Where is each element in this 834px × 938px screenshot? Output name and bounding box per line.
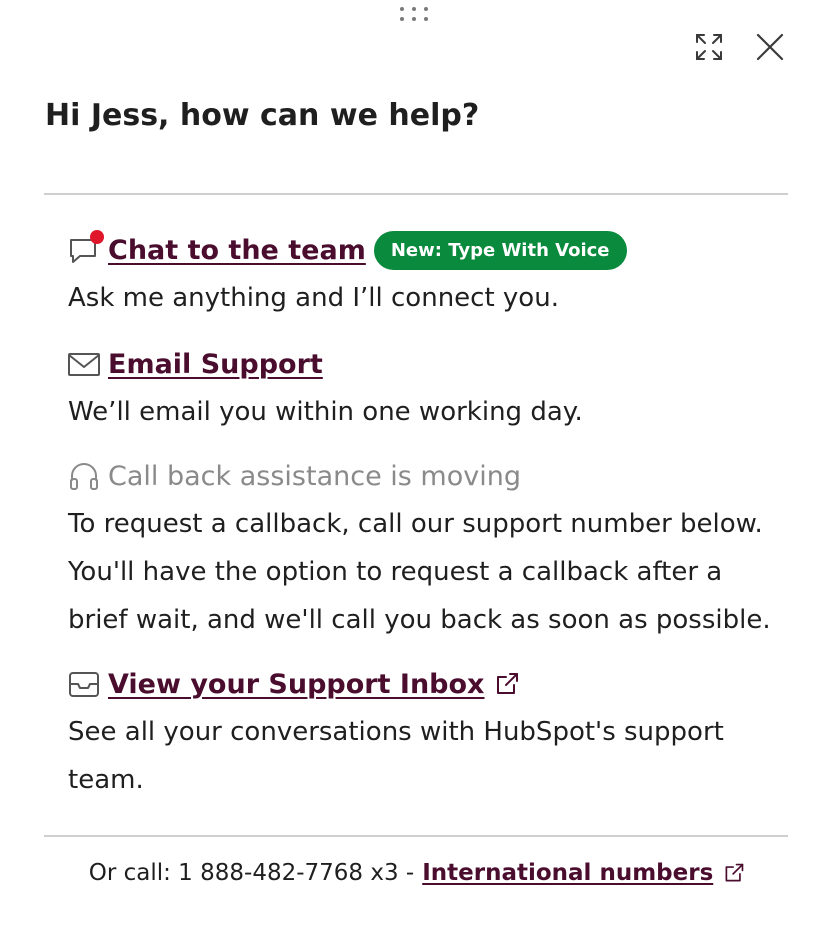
inbox-description: See all your conversations with HubSpot'… xyxy=(68,717,724,795)
chat-option: Chat to the team New: Type With Voice As… xyxy=(68,230,788,322)
drag-handle-icon[interactable] xyxy=(400,7,432,25)
support-inbox-link[interactable]: View your Support Inbox xyxy=(108,669,484,700)
divider xyxy=(44,193,788,195)
notification-dot xyxy=(90,230,104,244)
new-feature-badge: New: Type With Voice xyxy=(373,230,627,270)
external-link-icon[interactable] xyxy=(494,671,520,697)
expand-button[interactable] xyxy=(692,30,726,64)
callback-option: Call back assistance is moving To reques… xyxy=(68,456,788,644)
inbox-option-header: View your Support Inbox xyxy=(68,664,788,704)
inbox-tray-icon xyxy=(68,668,100,700)
chat-bubble-icon xyxy=(68,230,104,266)
divider xyxy=(44,835,788,837)
envelope-icon xyxy=(68,348,100,380)
close-button[interactable] xyxy=(753,30,787,64)
callback-description: To request a callback, call our support … xyxy=(68,509,771,635)
email-option: Email Support We’ll email you within one… xyxy=(68,344,788,436)
chat-to-team-link[interactable]: Chat to the team xyxy=(108,235,366,266)
headset-icon xyxy=(68,460,100,492)
callback-option-header: Call back assistance is moving xyxy=(68,456,788,496)
expand-icon xyxy=(696,34,722,60)
close-icon xyxy=(756,33,784,61)
external-link-icon[interactable] xyxy=(723,862,745,884)
callback-title: Call back assistance is moving xyxy=(108,460,521,492)
chat-option-header: Chat to the team New: Type With Voice xyxy=(68,230,788,270)
email-option-header: Email Support xyxy=(68,344,788,384)
international-numbers-link[interactable]: International numbers xyxy=(422,860,713,886)
inbox-option: View your Support Inbox See all your con… xyxy=(68,664,788,804)
footer-call-line: Or call: 1 888-482-7768 x3 - Internation… xyxy=(0,856,834,890)
page-title: Hi Jess, how can we help? xyxy=(45,98,480,133)
email-description: We’ll email you within one working day. xyxy=(68,397,583,427)
call-number-text: Or call: 1 888-482-7768 x3 - xyxy=(88,860,415,886)
email-support-link[interactable]: Email Support xyxy=(108,349,323,380)
chat-description: Ask me anything and I’ll connect you. xyxy=(68,283,559,313)
